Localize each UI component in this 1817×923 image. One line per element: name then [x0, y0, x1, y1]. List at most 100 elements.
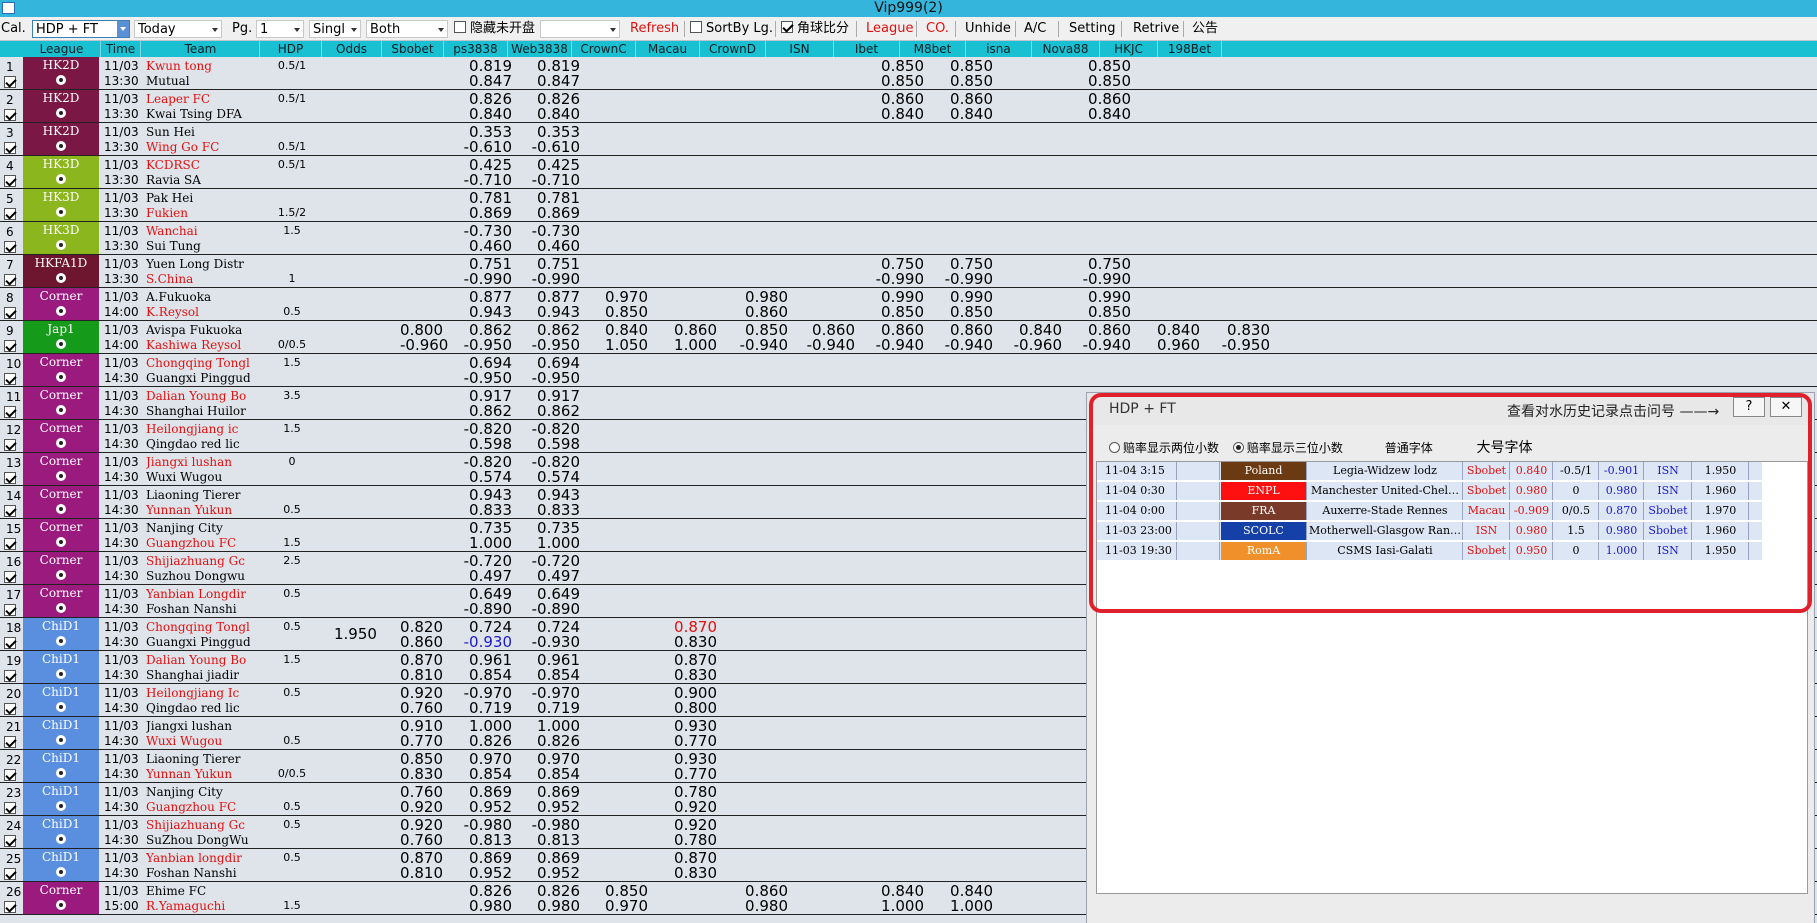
column-header-198bet[interactable]: 198Bet	[1158, 41, 1222, 57]
unhide-button[interactable]: Unhide	[965, 20, 1011, 38]
row-checkbox[interactable]	[4, 868, 16, 880]
odds-macau-away[interactable]: 0.800	[649, 700, 717, 716]
away-team[interactable]: Yunnan Yukun	[146, 766, 250, 782]
odds-web-away[interactable]: -0.610	[513, 139, 580, 155]
odds-macau-away[interactable]: 0.770	[649, 733, 717, 749]
home-team[interactable]: Sun Hei	[146, 124, 250, 140]
odds-ibet-away[interactable]: 0.850	[856, 73, 924, 89]
odds-web-away[interactable]: 0.460	[513, 238, 580, 254]
home-team[interactable]: Nanjing City	[146, 784, 250, 800]
font-normal-button[interactable]: 普通字体	[1385, 441, 1433, 455]
column-header-crownc[interactable]: CrownC	[572, 41, 636, 57]
odds-ps-away[interactable]: 0.943	[444, 304, 512, 320]
home-team[interactable]: Jiangxi lushan	[146, 718, 250, 734]
odds-ps-away[interactable]: 1.000	[444, 535, 512, 551]
history-row[interactable]: 11-04 0:30 ENPL Manchester United-Chel… Sbo…	[1097, 482, 1762, 501]
league-badge[interactable]: HK2D	[23, 123, 99, 155]
league-badge[interactable]: Corner	[23, 354, 99, 386]
odds-ps-away[interactable]: 0.460	[444, 238, 512, 254]
odds-web-away[interactable]: 0.952	[513, 865, 580, 881]
odds-ps-away[interactable]: -0.710	[444, 172, 512, 188]
away-team[interactable]: Kwai Tsing DFA	[146, 106, 250, 122]
row-checkbox[interactable]	[4, 472, 16, 484]
odds-ps-away[interactable]: 0.574	[444, 469, 512, 485]
column-header-odds[interactable]: Odds	[322, 41, 382, 57]
row-checkbox[interactable]	[4, 769, 16, 781]
odds-ps-away[interactable]: -0.610	[444, 139, 512, 155]
away-team[interactable]: Wuxi Wugou	[146, 733, 250, 749]
odds-web-away[interactable]: 0.869	[513, 205, 580, 221]
odds-crownd-away[interactable]: 0.980	[718, 898, 788, 914]
match-row[interactable]: 3 HK2D 11/03 13:30 Sun Hei Wing Go FC 0.5/1 0.3…	[0, 123, 1817, 156]
odds-m8-away[interactable]: -0.940	[925, 337, 993, 353]
column-header-macau[interactable]: Macau	[636, 41, 700, 57]
setting-button[interactable]: Setting	[1069, 20, 1116, 38]
odds-web-away[interactable]: 0.840	[513, 106, 580, 122]
retrive-button[interactable]: Retrive	[1133, 20, 1179, 38]
odds-ps-away[interactable]: 0.813	[444, 832, 512, 848]
row-checkbox[interactable]	[4, 835, 16, 847]
home-team[interactable]: Kwun tong	[146, 58, 250, 74]
row-checkbox[interactable]	[4, 901, 16, 913]
odds-ibet-away[interactable]: -0.990	[856, 271, 924, 287]
home-team[interactable]: Yanbian Longdir	[146, 586, 250, 602]
odds-web-away[interactable]: 0.813	[513, 832, 580, 848]
column-header-crownd[interactable]: CrownD	[700, 41, 766, 57]
radio-three-decimals[interactable]: 赔率显示三位小数	[1232, 441, 1343, 455]
match-row[interactable]: 9 Jap1 11/03 14:00 Avispa Fukuoka Kashiwa Rey…	[0, 321, 1817, 354]
away-team[interactable]: S.China	[146, 271, 250, 287]
column-header-m8bet[interactable]: M8bet	[900, 41, 966, 57]
close-button[interactable]: ✕	[1770, 397, 1802, 417]
away-team[interactable]: Guangzhou FC	[146, 535, 250, 551]
history-row[interactable]: 11-03 19:30 RomA CSMS Iasi-Galati Sbobet 0.9…	[1097, 542, 1762, 561]
league-badge[interactable]: HK3D	[23, 189, 99, 221]
blank-select[interactable]	[540, 20, 620, 38]
odds-web-away[interactable]: 0.952	[513, 799, 580, 815]
odds-web-away[interactable]: -0.710	[513, 172, 580, 188]
odds-web-away[interactable]: 0.943	[513, 304, 580, 320]
odds-ps-away[interactable]: 0.952	[444, 799, 512, 815]
column-header-ps3838[interactable]: ps3838	[444, 41, 508, 57]
column-header-isna[interactable]: isna	[966, 41, 1032, 57]
column-header-hdp[interactable]: HDP	[260, 41, 322, 57]
row-checkbox[interactable]	[4, 538, 16, 550]
away-team[interactable]: Kashiwa Reysol	[146, 337, 250, 353]
odds-macau-away[interactable]: 0.830	[649, 667, 717, 683]
home-team[interactable]: Pak Hei	[146, 190, 250, 206]
league-badge[interactable]: ChiD1	[23, 783, 99, 815]
column-header-time[interactable]: Time	[101, 41, 141, 57]
league-badge[interactable]: Corner	[23, 420, 99, 452]
odds-web-away[interactable]: 0.574	[513, 469, 580, 485]
odds-ps-away[interactable]: 0.847	[444, 73, 512, 89]
odds-web-away[interactable]: -0.950	[513, 370, 580, 386]
odds-crownd-away[interactable]: 0.860	[718, 304, 788, 320]
odds-macau-away[interactable]: 0.920	[649, 799, 717, 815]
odds-web-away[interactable]: 0.833	[513, 502, 580, 518]
odds-nova-away[interactable]: -0.990	[1063, 271, 1131, 287]
odds-macau-away[interactable]: 0.780	[649, 832, 717, 848]
home-team[interactable]: Yanbian longdir	[146, 850, 250, 866]
odds-ps-away[interactable]: -0.990	[444, 271, 512, 287]
home-team[interactable]: Leaper FC	[146, 91, 250, 107]
league-badge[interactable]: ChiD1	[23, 651, 99, 683]
away-team[interactable]: Shanghai Huilor	[146, 403, 250, 419]
odds-web-away[interactable]: 0.826	[513, 733, 580, 749]
notice-button[interactable]: 公告	[1192, 20, 1218, 38]
league-badge[interactable]: Corner	[23, 519, 99, 551]
home-team[interactable]: Liaoning Tierer	[146, 751, 250, 767]
row-checkbox[interactable]	[4, 637, 16, 649]
odds-ps-away[interactable]: -0.950	[444, 337, 512, 353]
row-checkbox[interactable]	[4, 505, 16, 517]
league-badge[interactable]: ChiD1	[23, 750, 99, 782]
league-badge[interactable]: HK3D	[23, 156, 99, 188]
league-badge[interactable]: HK3D	[23, 222, 99, 254]
odds-nova-away[interactable]: 0.850	[1063, 73, 1131, 89]
odds-crownd-away[interactable]: -0.940	[718, 337, 788, 353]
odds-web-away[interactable]: 0.980	[513, 898, 580, 914]
odds-b198-away[interactable]: -0.950	[1201, 337, 1270, 353]
league-badge[interactable]: Corner	[23, 585, 99, 617]
odds-nova-away[interactable]: -0.940	[1063, 337, 1131, 353]
row-checkbox[interactable]	[4, 406, 16, 418]
away-team[interactable]: Qingdao red lic	[146, 436, 250, 452]
match-row[interactable]: 8 Corner 11/03 14:00 A.Fukuoka K.Reysol 0.5 0.8…	[0, 288, 1817, 321]
